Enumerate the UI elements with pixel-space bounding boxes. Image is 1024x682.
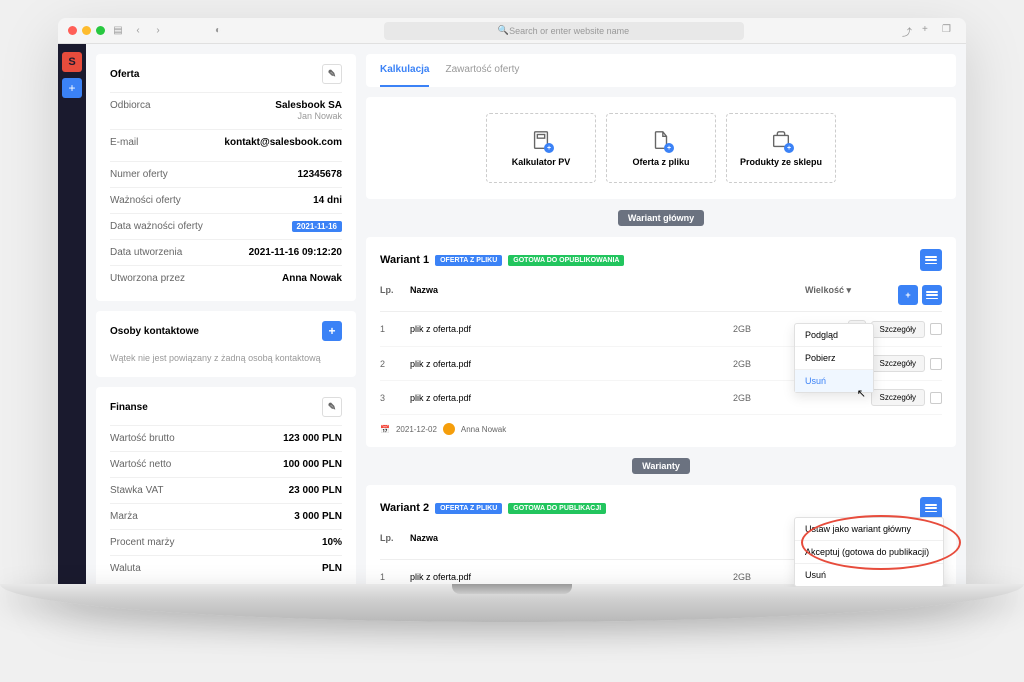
variant-dropdown: Ustaw jako wariant główny Akceptuj (goto…: [794, 517, 944, 587]
action-kalkulator[interactable]: + Kalkulator PV: [486, 113, 596, 183]
finance-card: Finanse ✎ Wartość brutto123 000 PLN Wart…: [96, 387, 356, 587]
contacts-card: Osoby kontaktowe + Wątek nie jest powiąz…: [96, 311, 356, 377]
dropdown-podglad[interactable]: Podgląd: [795, 324, 873, 347]
section-divider: Wariant główny: [366, 209, 956, 227]
finance-title: Finanse: [110, 402, 148, 413]
checkbox[interactable]: [930, 323, 942, 335]
cart-icon: +: [770, 129, 792, 151]
row-menu-button[interactable]: [922, 285, 942, 305]
file-icon: +: [650, 129, 672, 151]
checkbox[interactable]: [930, 358, 942, 370]
avatar: [443, 423, 455, 435]
action-cards: + Kalkulator PV + Oferta z pliku + Produ…: [366, 97, 956, 199]
edit-button[interactable]: ✎: [322, 64, 342, 84]
close-icon[interactable]: [68, 26, 77, 35]
add-row-button[interactable]: +: [898, 285, 918, 305]
shield-icon[interactable]: ◐: [211, 24, 225, 38]
tabs-icon[interactable]: ❐: [942, 24, 956, 38]
dropdown-accept[interactable]: Akceptuj (gotowa do publikacji): [795, 541, 943, 564]
variant-2-card: Wariant 2 OFERTA Z PLIKU GOTOWA DO PUBLI…: [366, 485, 956, 587]
tab-kalkulacja[interactable]: Kalkulacja: [380, 54, 429, 87]
calendar-icon: 📅: [380, 425, 390, 434]
tab-zawartosc[interactable]: Zawartość oferty: [445, 54, 519, 87]
dropdown-pobierz[interactable]: Pobierz: [795, 347, 873, 370]
offer-card: Oferta ✎ OdbiorcaSalesbook SAJan Nowak E…: [96, 54, 356, 301]
action-produkty[interactable]: + Produkty ze sklepu: [726, 113, 836, 183]
browser-chrome: ▤ ‹ › ◐ 🔍 Search or enter website name ⤴…: [58, 18, 966, 44]
action-oferta-plik[interactable]: + Oferta z pliku: [606, 113, 716, 183]
search-input[interactable]: 🔍 Search or enter website name: [384, 22, 744, 40]
sidebar-toggle-icon[interactable]: ▤: [111, 24, 125, 38]
variant-1-card: Wariant 1 OFERTA Z PLIKU GOTOWA DO OPUBL…: [366, 237, 956, 447]
tabs: Kalkulacja Zawartość oferty: [366, 54, 956, 87]
forward-icon[interactable]: ›: [151, 24, 165, 38]
minimize-icon[interactable]: [82, 26, 91, 35]
add-button[interactable]: +: [62, 78, 82, 98]
back-icon[interactable]: ‹: [131, 24, 145, 38]
add-contact-button[interactable]: +: [322, 321, 342, 341]
details-button[interactable]: Szczegóły: [871, 389, 925, 406]
calculator-icon: +: [530, 129, 552, 151]
details-button[interactable]: Szczegóły: [871, 321, 925, 338]
dropdown-usun[interactable]: Usuń: [795, 370, 873, 392]
contacts-title: Osoby kontaktowe: [110, 326, 199, 337]
row-dropdown: Podgląd Pobierz Usuń: [794, 323, 874, 393]
dropdown-delete[interactable]: Usuń: [795, 564, 943, 586]
side-rail: S +: [58, 44, 86, 587]
maximize-icon[interactable]: [96, 26, 105, 35]
variant-menu-button[interactable]: [920, 497, 942, 519]
offer-card-title: Oferta: [110, 69, 139, 80]
details-button[interactable]: Szczegóły: [871, 355, 925, 372]
variant-menu-button[interactable]: [920, 249, 942, 271]
edit-button[interactable]: ✎: [322, 397, 342, 417]
share-icon[interactable]: ⤴: [902, 24, 916, 38]
section-divider: Warianty: [366, 457, 956, 475]
add-tab-icon[interactable]: +: [922, 24, 936, 38]
dropdown-set-main[interactable]: Ustaw jako wariant główny: [795, 518, 943, 541]
app-logo-icon[interactable]: S: [62, 52, 82, 72]
checkbox[interactable]: [930, 392, 942, 404]
